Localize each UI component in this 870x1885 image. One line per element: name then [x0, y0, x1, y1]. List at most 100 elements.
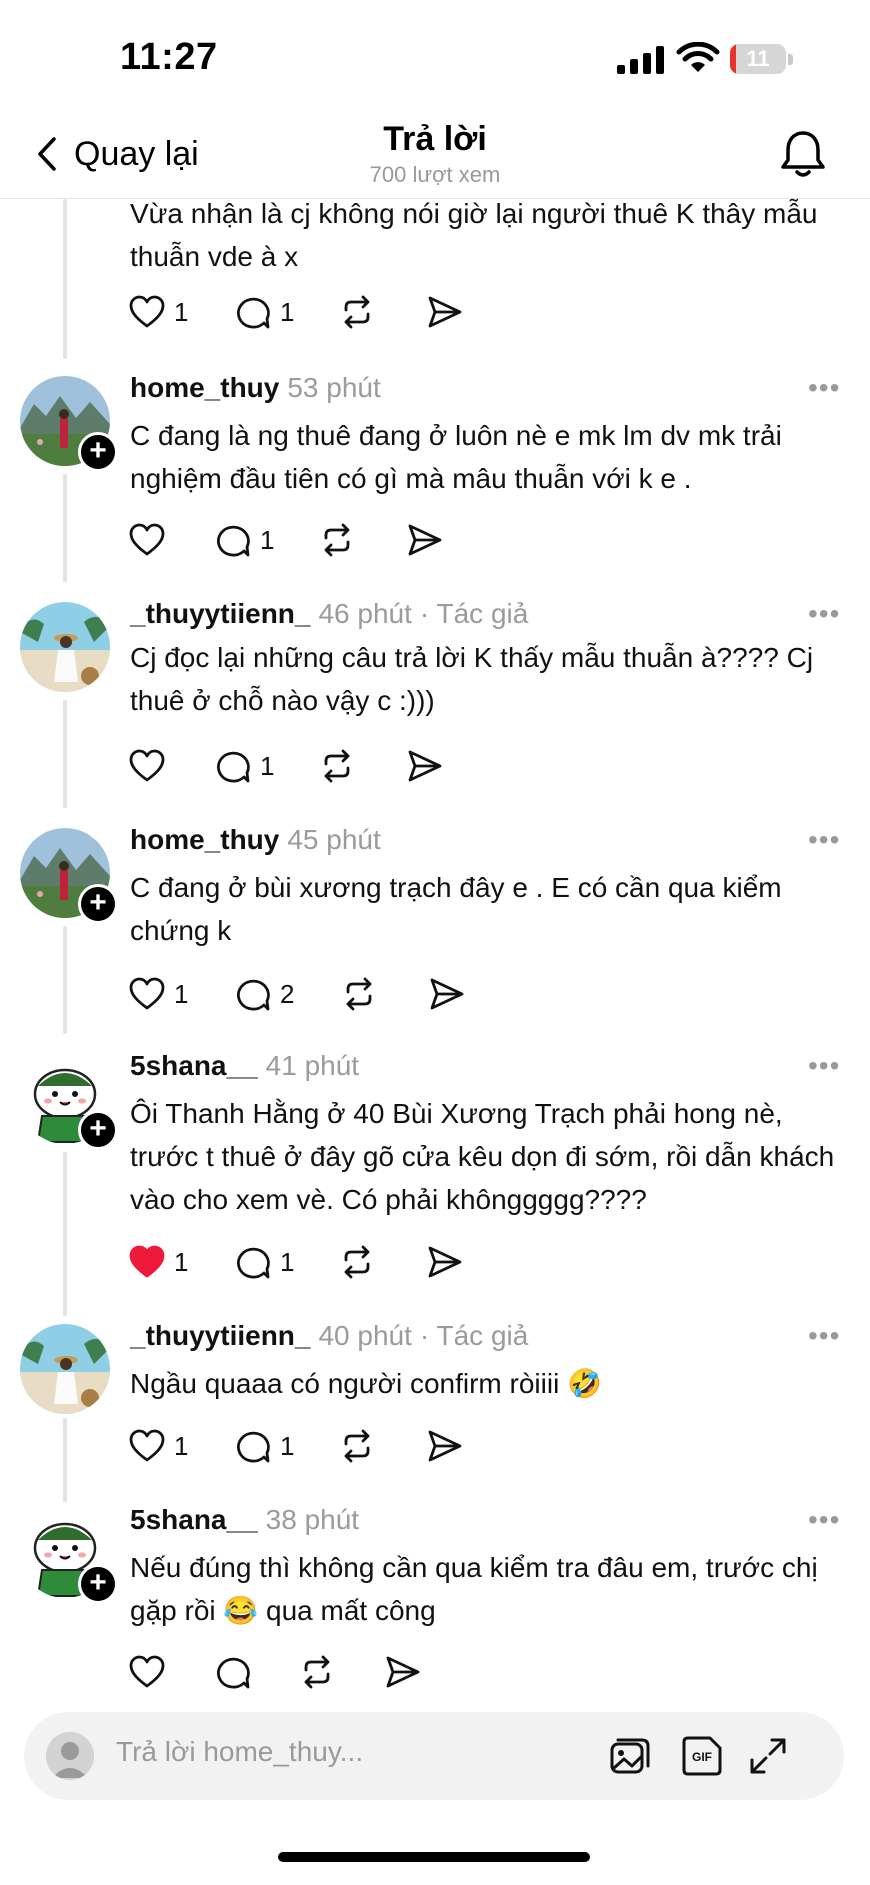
expand-icon[interactable] — [746, 1734, 790, 1778]
thread-line — [63, 474, 67, 582]
heart-icon — [129, 749, 165, 782]
reply-count: 1 — [280, 296, 295, 327]
timestamp: 46 phút — [318, 598, 412, 629]
timestamp: 40 phút — [318, 1320, 412, 1351]
post-actions: 1 1 — [128, 292, 728, 332]
post-actions: 1 1 — [128, 1426, 728, 1466]
share-icon — [408, 750, 442, 782]
comment-button[interactable]: 1 — [234, 1242, 294, 1282]
avatar[interactable] — [20, 602, 110, 692]
post-header: _thuyytiienn_ 46 phút · Tác giả — [130, 598, 528, 630]
username[interactable]: 5shana__ — [130, 1050, 258, 1081]
comment-button[interactable]: 1 — [214, 746, 274, 786]
like-button[interactable] — [128, 746, 174, 786]
thread-line — [63, 1418, 67, 1502]
author-tag: · Tác giả — [419, 1320, 529, 1351]
image-icon[interactable] — [608, 1734, 652, 1778]
username[interactable]: home_thuy — [130, 824, 279, 855]
reply-count: 1 — [280, 1246, 295, 1277]
username[interactable]: 5shana__ — [130, 1504, 258, 1535]
comment-icon — [237, 979, 270, 1011]
repost-button[interactable] — [340, 974, 378, 1014]
repost-button[interactable] — [338, 1426, 376, 1466]
thread-line — [63, 700, 67, 808]
cellular-signal-icon — [617, 46, 664, 74]
more-options-icon[interactable]: ••• — [808, 598, 840, 630]
username[interactable]: home_thuy — [130, 372, 279, 403]
heart-icon — [129, 977, 165, 1010]
repost-icon — [324, 749, 350, 783]
follow-plus-icon[interactable]: + — [78, 1564, 118, 1604]
like-button[interactable] — [128, 520, 174, 560]
heart-icon — [129, 295, 165, 328]
like-count: 1 — [174, 296, 189, 327]
username[interactable]: _thuyytiienn_ — [130, 598, 310, 629]
gif-icon[interactable]: GIF — [680, 1734, 724, 1778]
heart-icon — [129, 1429, 165, 1462]
thread-line — [63, 1152, 67, 1316]
author-tag: · Tác giả — [419, 598, 529, 629]
like-button[interactable]: 1 — [128, 1426, 188, 1466]
like-button[interactable] — [128, 1652, 174, 1692]
follow-plus-icon[interactable]: + — [78, 884, 118, 924]
post-actions: 1 1 — [128, 1242, 728, 1282]
like-count: 1 — [174, 1430, 189, 1461]
share-button[interactable] — [426, 292, 464, 332]
share-icon — [428, 296, 462, 328]
comment-button[interactable]: 1 — [214, 520, 274, 560]
post-actions: 1 — [128, 520, 728, 560]
repost-button[interactable] — [318, 520, 356, 560]
navigation-header: Quay lại Trả lời 700 lượt xem — [0, 110, 870, 199]
repost-icon — [344, 295, 370, 329]
more-options-icon[interactable]: ••• — [808, 1504, 840, 1536]
comment-button[interactable]: 1 — [234, 1426, 294, 1466]
repost-button[interactable] — [338, 1242, 376, 1282]
view-count: 700 lượt xem — [369, 162, 501, 187]
repost-button[interactable] — [338, 292, 376, 332]
like-button[interactable]: 1 — [128, 974, 188, 1014]
timestamp: 45 phút — [287, 824, 381, 855]
share-button[interactable] — [406, 520, 444, 560]
post-actions: 1 2 — [128, 974, 728, 1014]
post-header: home_thuy 53 phút — [130, 372, 389, 404]
reply-input[interactable]: Trả lời home_thuy... — [116, 1736, 363, 1768]
reply-composer[interactable]: Trả lời home_thuy... GIF — [24, 1712, 844, 1800]
share-icon — [408, 524, 442, 556]
comment-button[interactable]: 2 — [234, 974, 294, 1014]
comment-icon — [237, 1431, 270, 1463]
like-count: 1 — [174, 1246, 189, 1277]
more-options-icon[interactable]: ••• — [808, 824, 840, 856]
username[interactable]: _thuyytiienn_ — [130, 1320, 310, 1351]
comment-button[interactable]: 1 — [234, 292, 294, 332]
like-button[interactable]: 1 — [128, 292, 188, 332]
more-options-icon[interactable]: ••• — [808, 1050, 840, 1082]
share-button[interactable] — [426, 1242, 464, 1282]
repost-icon — [324, 523, 350, 557]
heart-filled-icon — [129, 1245, 165, 1278]
follow-plus-icon[interactable]: + — [78, 432, 118, 472]
repost-button[interactable] — [298, 1652, 336, 1692]
wifi-icon — [676, 42, 720, 72]
svg-text:GIF: GIF — [692, 1750, 712, 1764]
more-options-icon[interactable]: ••• — [808, 372, 840, 404]
avatar[interactable] — [20, 1324, 110, 1414]
repost-icon — [304, 1655, 330, 1689]
repost-icon — [344, 1429, 370, 1463]
bell-icon[interactable] — [778, 128, 828, 180]
post-header: 5shana__ 41 phút — [130, 1050, 367, 1082]
share-button[interactable] — [384, 1652, 422, 1692]
thread-line — [63, 926, 67, 1034]
home-indicator — [278, 1852, 590, 1862]
like-count: 1 — [174, 978, 189, 1009]
comment-button[interactable] — [214, 1652, 260, 1692]
post-actions: 1 — [128, 746, 728, 786]
like-button[interactable]: 1 — [128, 1242, 188, 1282]
repost-button[interactable] — [318, 746, 356, 786]
share-button[interactable] — [426, 1426, 464, 1466]
status-bar: 11:27 11 — [0, 0, 870, 110]
share-button[interactable] — [428, 974, 466, 1014]
heart-icon — [129, 1655, 165, 1688]
share-button[interactable] — [406, 746, 444, 786]
follow-plus-icon[interactable]: + — [78, 1110, 118, 1150]
more-options-icon[interactable]: ••• — [808, 1320, 840, 1352]
